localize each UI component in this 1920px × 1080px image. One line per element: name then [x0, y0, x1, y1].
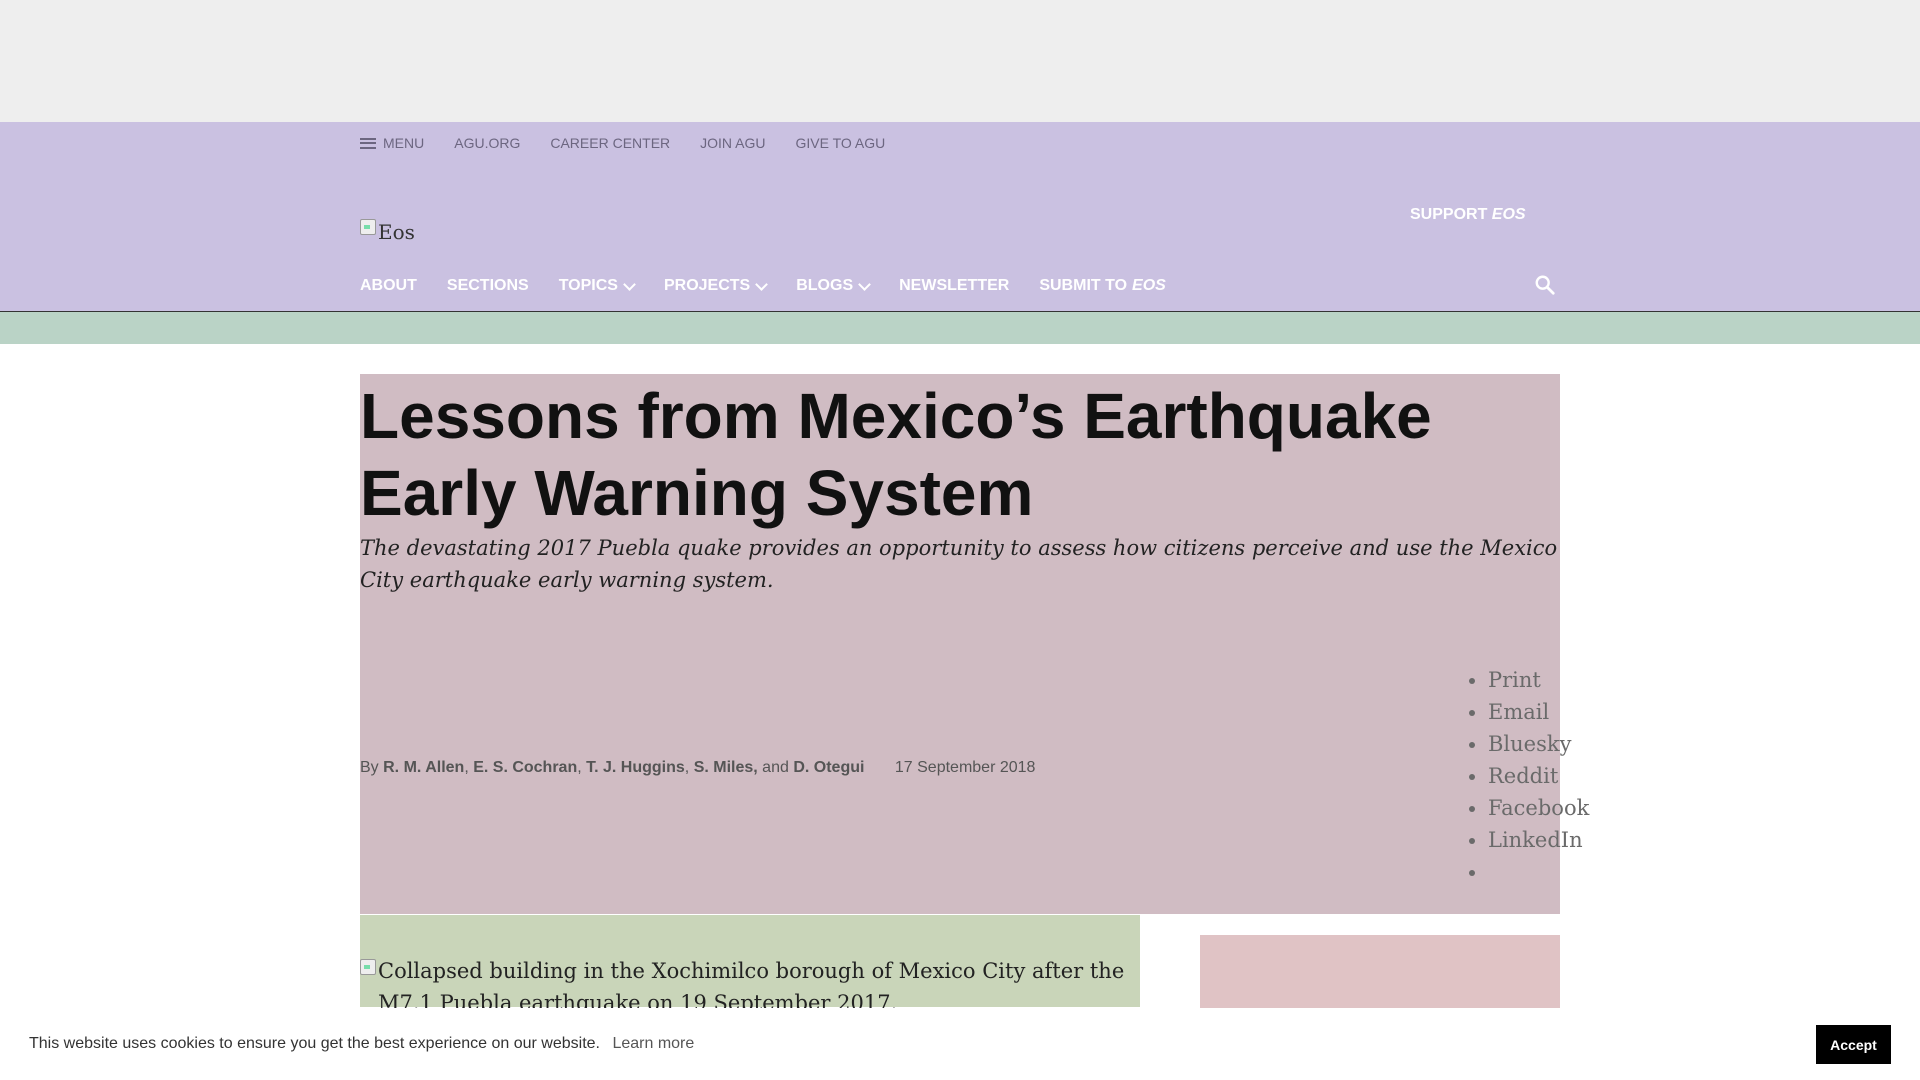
sidebar-ad — [1200, 935, 1560, 1010]
header-accent-band — [0, 312, 1920, 344]
nav-topics-label: TOPICS — [558, 277, 618, 294]
byline: By R. M. Allen, E. S. Cochran, T. J. Hug… — [360, 759, 1036, 776]
main-nav: ABOUT SECTIONS TOPICS PROJECTS BLOGS NEW… — [360, 276, 1196, 296]
share-empty[interactable] — [1488, 856, 1589, 888]
cookie-banner: This website uses cookies to ensure you … — [0, 1008, 1920, 1080]
menu-label: MENU — [383, 135, 425, 151]
support-eos-em: EOS — [1491, 206, 1526, 223]
nav-blogs-label: BLOGS — [796, 277, 854, 294]
nav-submit-label: SUBMIT TO — [1039, 277, 1128, 294]
share-reddit[interactable]: Reddit — [1488, 760, 1589, 792]
author-link[interactable]: D. Otegui — [793, 759, 864, 776]
nav-submit-to-eos[interactable]: SUBMIT TO EOS — [1039, 277, 1166, 295]
eos-logo[interactable]: Eos — [360, 219, 415, 244]
share-print[interactable]: Print — [1488, 664, 1589, 696]
support-label: SUPPORT — [1410, 206, 1488, 223]
utility-nav: MENU AGU.ORG CAREER CENTER JOIN AGU GIVE… — [360, 134, 915, 152]
author-link[interactable]: E. S. Cochran — [473, 759, 577, 776]
cookie-message-wrapper: This website uses cookies to ensure you … — [29, 1035, 694, 1053]
author-link[interactable]: S. Miles, — [694, 759, 758, 776]
byline-and: and — [762, 759, 789, 776]
nav-submit-em: EOS — [1132, 277, 1166, 294]
support-eos-link[interactable]: SUPPORT EOS — [1410, 206, 1526, 224]
article-subtitle: The devastating 2017 Puebla quake provid… — [360, 536, 1558, 592]
share-facebook[interactable]: Facebook — [1488, 792, 1589, 824]
share-links: Print Email Bluesky Reddit Facebook Link… — [1464, 664, 1589, 888]
chevron-down-icon — [755, 277, 769, 291]
share-email[interactable]: Email — [1488, 696, 1589, 728]
career-center-link[interactable]: CAREER CENTER — [550, 135, 670, 151]
accept-cookies-button[interactable]: Accept — [1816, 1025, 1891, 1064]
nav-topics[interactable]: TOPICS — [558, 277, 636, 295]
chevron-down-icon — [858, 277, 871, 291]
broken-image-icon — [360, 219, 376, 235]
nav-newsletter[interactable]: NEWSLETTER — [899, 277, 1009, 295]
nav-blogs[interactable]: BLOGS — [796, 277, 871, 295]
logo-alt-text: Eos — [378, 220, 415, 244]
publish-date: 17 September 2018 — [894, 759, 1036, 776]
nav-about[interactable]: ABOUT — [360, 277, 417, 295]
chevron-down-icon — [623, 277, 636, 291]
author-link[interactable]: R. M. Allen — [383, 759, 464, 776]
cookie-message: This website uses cookies to ensure you … — [29, 1035, 600, 1052]
ad-banner-area — [0, 0, 1920, 122]
article-figure: Collapsed building in the Xochimilco bor… — [360, 915, 1140, 1015]
learn-more-link[interactable]: Learn more — [612, 1035, 694, 1052]
search-icon[interactable] — [1534, 274, 1556, 296]
hamburger-icon — [360, 137, 376, 149]
nav-sections[interactable]: SECTIONS — [447, 277, 529, 295]
share-linkedin[interactable]: LinkedIn — [1488, 824, 1589, 856]
share-bluesky[interactable]: Bluesky — [1488, 728, 1589, 760]
nav-projects-label: PROJECTS — [663, 277, 751, 294]
agu-org-link[interactable]: AGU.ORG — [454, 135, 520, 151]
join-agu-link[interactable]: JOIN AGU — [700, 135, 765, 151]
article-title: Lessons from Mexico’s Earthquake Early W… — [360, 380, 1432, 529]
byline-by: By — [360, 759, 379, 776]
menu-button[interactable]: MENU — [360, 135, 424, 151]
broken-image-icon — [360, 959, 376, 975]
author-link[interactable]: T. J. Huggins — [586, 759, 685, 776]
article-header: Lessons from Mexico’s Earthquake Early W… — [360, 374, 1589, 914]
give-to-agu-link[interactable]: GIVE TO AGU — [796, 135, 886, 151]
nav-projects[interactable]: PROJECTS — [663, 277, 769, 295]
